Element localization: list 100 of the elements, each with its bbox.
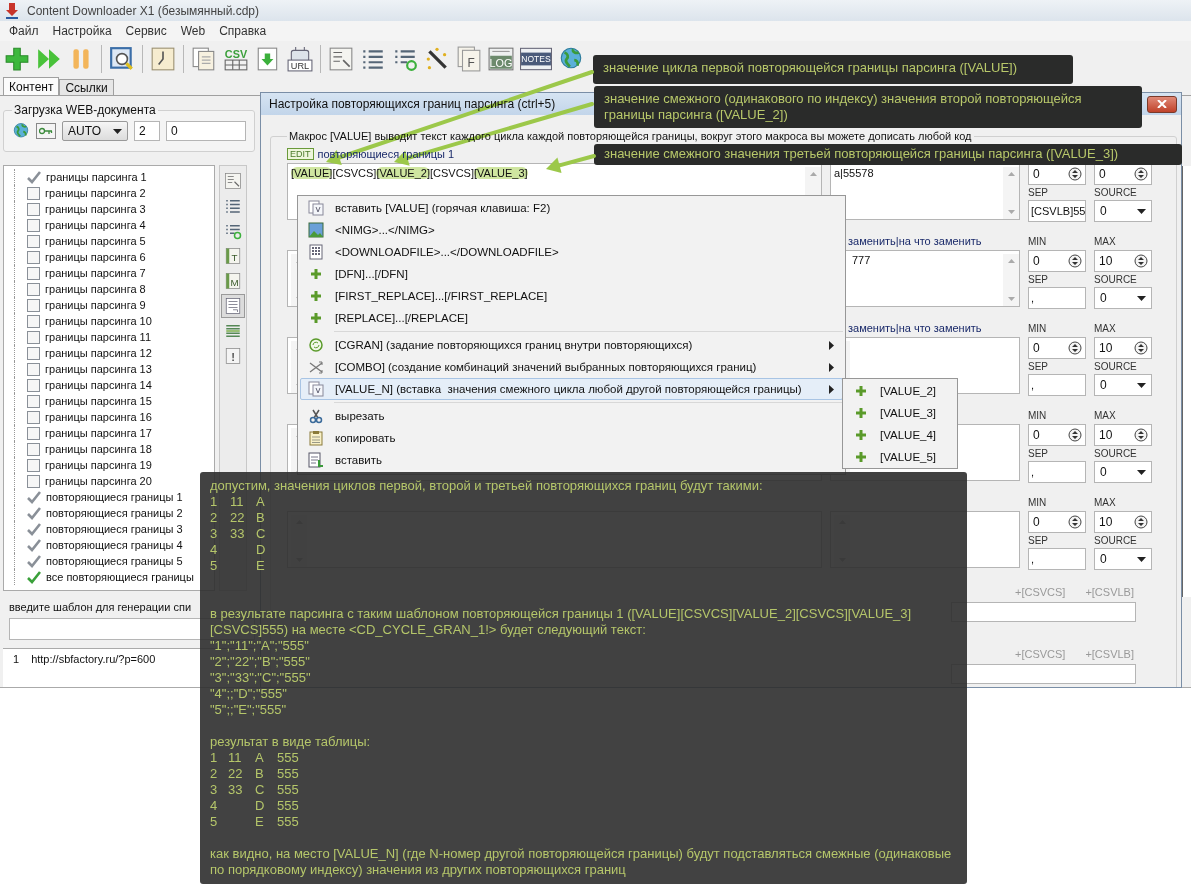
max-spinner[interactable]: 0	[1094, 163, 1152, 185]
menu-item[interactable]: вставить	[300, 449, 843, 471]
tree-item[interactable]: границы парсинга 18	[45, 443, 152, 455]
tree-item[interactable]: повторяющиеся границы 4	[46, 539, 183, 551]
note-text: "5";;"E";"555"	[210, 702, 288, 718]
table-cell-text: 11	[228, 750, 243, 766]
sep-field[interactable]: ,	[1028, 548, 1086, 570]
table-cell-text: 33	[228, 782, 244, 798]
tree-item[interactable]: границы парсинга 19	[45, 459, 152, 471]
sep-field[interactable]: ,	[1028, 287, 1086, 309]
source-dropdown[interactable]: 0	[1094, 287, 1152, 309]
table-cell: A	[256, 494, 265, 510]
max-label: MAX	[1094, 322, 1116, 334]
min-spinner[interactable]: 0	[1028, 511, 1086, 533]
max-label: MAX	[1094, 235, 1116, 247]
table-cell-text: 2	[210, 766, 219, 782]
tree-item[interactable]: границы парсинга 20	[45, 475, 152, 487]
menu-item[interactable]: Справка	[212, 24, 274, 38]
menu-item[interactable]: копировать	[300, 427, 843, 449]
column-header: заменить|на что заменить	[848, 322, 982, 334]
mode-dropdown[interactable]: AUTO	[62, 121, 128, 141]
source-label: SOURCE	[1094, 187, 1137, 198]
table-cell: 555	[277, 798, 299, 814]
min-label: MIN	[1028, 235, 1047, 247]
menu-item[interactable]: <NIMG>...</NIMG>	[300, 219, 843, 241]
menu-item[interactable]: [VALUE_3]	[845, 402, 955, 424]
max-spinner[interactable]: 10	[1094, 250, 1152, 272]
tree-item[interactable]: границы парсинга 12	[45, 347, 152, 359]
min-spinner[interactable]: 0	[1028, 424, 1086, 446]
table-cell: 555	[277, 782, 299, 798]
table-cell-text: A	[255, 750, 265, 766]
tree-item[interactable]: границы парсинга 16	[45, 411, 152, 423]
source-dropdown[interactable]: 0	[1094, 374, 1152, 396]
tree-item[interactable]: границы парсинга 4	[45, 219, 146, 231]
table-cell-text: B	[255, 766, 265, 782]
tree-item[interactable]: повторяющиеся границы 5	[46, 555, 183, 567]
tree-item[interactable]: границы парсинга 13	[45, 363, 152, 375]
sep-field[interactable]: ,	[1028, 374, 1086, 396]
min-spinner[interactable]: 0	[1028, 250, 1086, 272]
table-cell-text: 2	[210, 510, 219, 526]
note-text: как видно, на место [VALUE_N] (где N-номер другой повторяющейся границы) будут подставляться смежные (одинаковые по порядковому индексу) значения из других повторяющихся границ	[210, 846, 953, 878]
field-value: 777	[852, 254, 871, 268]
source-label: SOURCE	[1094, 448, 1137, 459]
menu-item[interactable]: [CGRAN] (задание повторяющихся границ внутри повторяющихся)	[300, 334, 843, 356]
min-spinner[interactable]: 0	[1028, 337, 1086, 359]
table-cell: D	[256, 542, 266, 558]
tree-item[interactable]: все повторяющиеся границы	[46, 571, 194, 583]
toolbar-button[interactable]: URL	[286, 45, 314, 73]
tree-item[interactable]: повторяющиеся границы 1	[46, 491, 183, 503]
edit-badge[interactable]: EDIT	[287, 148, 314, 160]
tree-item[interactable]: границы парсинга 3	[45, 203, 146, 215]
menu-item[interactable]: Web	[173, 24, 213, 38]
menu-item[interactable]: [VALUE_4]	[845, 424, 955, 446]
sep-field[interactable]: ,	[1028, 461, 1086, 483]
menu-item[interactable]: [VALUE_2]	[845, 380, 955, 402]
tree-item[interactable]: границы парсинга 10	[45, 315, 152, 327]
tree-item[interactable]: границы парсинга 7	[45, 267, 146, 279]
tree-item[interactable]: повторяющиеся границы 3	[46, 523, 183, 535]
tab[interactable]: Ссылки	[59, 79, 114, 95]
threads-field[interactable]: 2	[134, 121, 160, 141]
menu-item[interactable]: Файл	[2, 24, 46, 38]
max-spinner[interactable]: 10	[1094, 337, 1152, 359]
sep-label: SEP	[1028, 361, 1048, 372]
tree-item[interactable]: повторяющиеся границы 2	[46, 507, 183, 519]
table-cell: 555	[277, 750, 299, 766]
tree-item[interactable]: границы парсинга 17	[45, 427, 152, 439]
min-spinner[interactable]: 0	[1028, 163, 1086, 185]
table-cell-text: 5	[210, 558, 219, 574]
source-dropdown[interactable]: 0	[1094, 461, 1152, 483]
toolbar-button[interactable]: LOG	[487, 45, 515, 73]
source-dropdown[interactable]: 0	[1094, 200, 1152, 222]
source-dropdown[interactable]: 0	[1094, 548, 1152, 570]
tree-item[interactable]: границы парсинга 11	[45, 331, 151, 343]
menu-item[interactable]: [REPLACE]...[/REPLACE]	[300, 307, 843, 329]
tree-item[interactable]: границы парсинга 5	[45, 235, 146, 247]
min-label: MIN	[1028, 322, 1047, 334]
tree-item[interactable]: границы парсинга 2	[45, 187, 146, 199]
menu-item[interactable]: вырезать	[300, 405, 843, 427]
tree-item[interactable]: границы парсинга 9	[45, 299, 146, 311]
tree-item[interactable]: границы парсинга 8	[45, 283, 146, 295]
tab[interactable]: Контент	[3, 77, 60, 96]
table-cell-text: 33	[230, 526, 246, 542]
menu-item[interactable]: [VALUE_5]	[845, 446, 955, 468]
menu-item[interactable]: Сервис	[118, 24, 174, 38]
toolbar-button[interactable]: NOTES	[519, 45, 553, 73]
menu-item[interactable]: [COMBO] (создание комбинаций значений выбранных повторяющихся границ)	[300, 356, 843, 378]
max-spinner[interactable]: 10	[1094, 511, 1152, 533]
delay-field[interactable]: 0	[166, 121, 246, 141]
tree-item[interactable]: границы парсинга 15	[45, 395, 152, 407]
sep-field[interactable]: [CSVLB]55	[1028, 200, 1086, 222]
tree-item[interactable]: границы парсинга 6	[45, 251, 146, 263]
tree-item[interactable]: границы парсинга 14	[45, 379, 152, 391]
max-spinner[interactable]: 10	[1094, 424, 1152, 446]
tree-item[interactable]: границы парсинга 1	[46, 171, 147, 183]
field-value: a|55578	[834, 167, 874, 181]
table-cell: 555	[277, 766, 299, 782]
menu-item[interactable]: Настройка	[45, 24, 119, 38]
table-cell: C	[256, 526, 266, 542]
menu-item[interactable]: [VALUE_N] (вставка значения смежного цикла любой другой повторяющейся границы)	[300, 378, 843, 400]
replace-field[interactable]: a|55578	[830, 163, 1020, 220]
